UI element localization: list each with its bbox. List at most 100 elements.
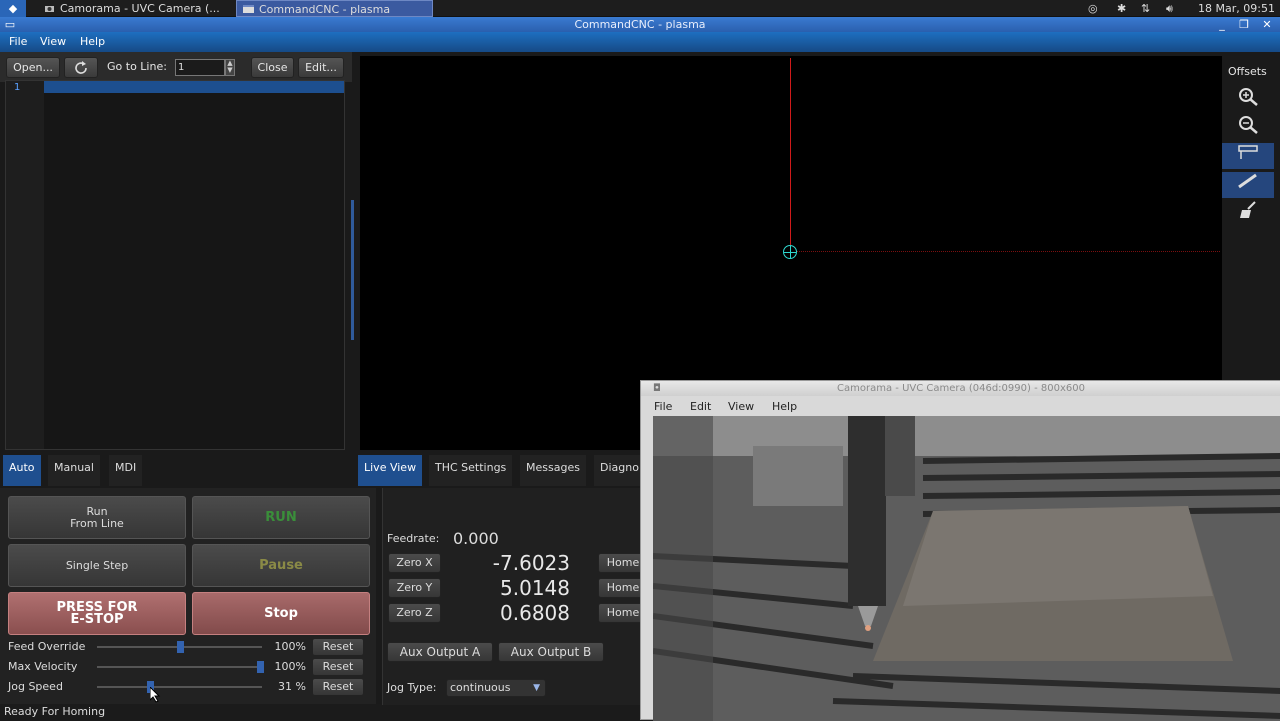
zero-y-button[interactable]: Zero Y — [388, 578, 441, 598]
jog-type-select[interactable]: continuous ▼ — [446, 679, 546, 697]
chevron-down-icon: ▼ — [533, 683, 540, 693]
go-to-line-label: Go to Line: — [107, 60, 167, 73]
camorama-title: Camorama - UVC Camera (046d:0990) - 800x… — [837, 383, 1085, 394]
offsets-button[interactable]: Offsets — [1228, 65, 1267, 78]
volume-icon[interactable]: 🔊︎ — [1166, 0, 1173, 17]
edit-button[interactable]: Edit... — [298, 57, 344, 78]
tab-diagnostics[interactable]: Diagno — [594, 455, 640, 486]
close-window-button[interactable]: ✕ — [1259, 17, 1275, 32]
zero-x-button[interactable]: Zero X — [388, 553, 441, 573]
camera-icon — [45, 6, 54, 12]
window-title: CommandCNC - plasma — [574, 18, 706, 31]
maximize-button[interactable]: ❐ — [1236, 17, 1252, 32]
window-titlebar: CommandCNC - plasma ▭ _ ❐ ✕ — [0, 17, 1280, 32]
task-label: Camorama - UVC Camera (... — [60, 2, 220, 15]
run-label: RUN — [265, 509, 297, 525]
tab-mdi[interactable]: MDI — [109, 455, 143, 486]
feedrate-label: Feedrate: — [387, 532, 440, 545]
feed-override-thumb[interactable] — [177, 641, 184, 653]
clear-icon[interactable] — [1222, 200, 1274, 226]
y-axis-line — [790, 58, 791, 250]
tab-auto[interactable]: Auto — [3, 455, 41, 486]
run-button[interactable]: RUN — [192, 496, 370, 539]
go-to-line-input[interactable]: 1 — [175, 59, 225, 76]
max-velocity-slider[interactable] — [97, 666, 262, 668]
zoom-in-icon[interactable] — [1222, 86, 1274, 112]
jog-speed-reset-button[interactable]: Reset — [312, 678, 364, 696]
close-file-button[interactable]: Close — [251, 57, 294, 78]
gcode-editor[interactable]: 1 — [5, 80, 345, 450]
task-label: CommandCNC - plasma — [259, 3, 391, 16]
feed-override-label: Feed Override — [8, 640, 86, 653]
x-axis-line — [796, 251, 1220, 252]
camorama-menu-file[interactable]: File — [654, 400, 672, 413]
jog-speed-slider[interactable] — [97, 686, 262, 688]
single-step-label: Single Step — [65, 558, 129, 572]
task-camorama[interactable]: Camorama - UVC Camera (... — [38, 0, 230, 17]
estop-button[interactable]: PRESS FOR E-STOP — [8, 592, 186, 635]
window-icon — [243, 5, 254, 13]
jog-speed-label: Jog Speed — [8, 680, 63, 693]
taskbar: ◆ Camorama - UVC Camera (... CommandCNC … — [0, 0, 1280, 17]
tab-messages[interactable]: Messages — [520, 455, 586, 486]
max-velocity-thumb[interactable] — [257, 661, 264, 673]
pause-button[interactable]: Pause — [192, 544, 370, 587]
single-step-button[interactable]: Single Step — [8, 544, 186, 587]
stop-button[interactable]: Stop — [192, 592, 370, 635]
top-view-icon[interactable] — [1222, 143, 1274, 169]
reload-button[interactable] — [64, 57, 98, 78]
tab-thc-settings[interactable]: THC Settings — [429, 455, 513, 486]
camera-feed-image — [653, 416, 1280, 721]
feed-override-row: Feed Override 100% Reset — [0, 638, 376, 656]
camorama-menu-help[interactable]: Help — [772, 400, 797, 413]
jog-type-label: Jog Type: — [387, 681, 437, 694]
run-from-line-button[interactable]: Run From Line — [8, 496, 186, 539]
transfer-icon[interactable]: ⇅ — [1141, 0, 1150, 17]
camorama-menu-view[interactable]: View — [728, 400, 754, 413]
menu-view[interactable]: View — [40, 35, 66, 48]
clock[interactable]: 18 Mar, 09:51 — [1198, 0, 1275, 17]
open-button[interactable]: Open... — [6, 57, 60, 78]
tab-live-view[interactable]: Live View — [358, 455, 423, 486]
line-number: 1 — [14, 82, 21, 93]
line-spinner[interactable]: ▲ ▼ — [225, 59, 235, 76]
tool-position-marker — [783, 245, 797, 259]
estop-label-2: E-STOP — [70, 611, 124, 627]
splitter-handle[interactable] — [351, 200, 354, 340]
jog-speed-value: 31 % — [278, 680, 306, 693]
zero-z-button[interactable]: Zero Z — [388, 603, 441, 623]
menubar: File View Help — [0, 32, 1280, 52]
max-velocity-label: Max Velocity — [8, 660, 78, 673]
current-line-highlight — [44, 81, 344, 93]
window-menu-icon[interactable]: ▭ — [2, 17, 18, 32]
status-bar: Ready For Homing — [0, 704, 640, 720]
pause-label: Pause — [259, 557, 303, 573]
camorama-window[interactable]: Camorama - UVC Camera (046d:0990) - 800x… — [640, 380, 1280, 721]
line-gutter: 1 — [6, 81, 44, 449]
jog-type-value: continuous — [450, 681, 511, 694]
jog-speed-row: Jog Speed 31 % Reset — [0, 678, 376, 696]
feed-override-reset-button[interactable]: Reset — [312, 638, 364, 656]
measure-icon[interactable] — [1222, 172, 1274, 198]
minimize-button[interactable]: _ — [1214, 17, 1230, 32]
camorama-menubar: File Edit View Help — [641, 396, 1280, 416]
camorama-titlebar[interactable]: Camorama - UVC Camera (046d:0990) - 800x… — [641, 381, 1280, 396]
camorama-menu-edit[interactable]: Edit — [690, 400, 711, 413]
max-velocity-row: Max Velocity 100% Reset — [0, 658, 376, 676]
feedrate-value: 0.000 — [453, 529, 499, 548]
feed-override-value: 100% — [274, 640, 306, 653]
tab-manual[interactable]: Manual — [48, 455, 100, 486]
max-velocity-value: 100% — [274, 660, 306, 673]
menu-file[interactable]: File — [9, 35, 27, 48]
aux-output-b-button[interactable]: Aux Output B — [498, 642, 604, 662]
y-position-value: 5.0148 — [500, 576, 570, 600]
zoom-out-icon[interactable] — [1222, 114, 1274, 140]
aux-output-a-button[interactable]: Aux Output A — [387, 642, 493, 662]
menu-help[interactable]: Help — [80, 35, 105, 48]
mouse-cursor — [150, 687, 161, 703]
max-velocity-reset-button[interactable]: Reset — [312, 658, 364, 676]
bluetooth-icon[interactable]: ✱ — [1117, 0, 1126, 17]
network-status-icon[interactable]: ◎ — [1088, 0, 1098, 17]
start-menu-button[interactable]: ◆ — [0, 0, 26, 17]
task-commandcnc[interactable]: CommandCNC - plasma — [236, 0, 433, 17]
